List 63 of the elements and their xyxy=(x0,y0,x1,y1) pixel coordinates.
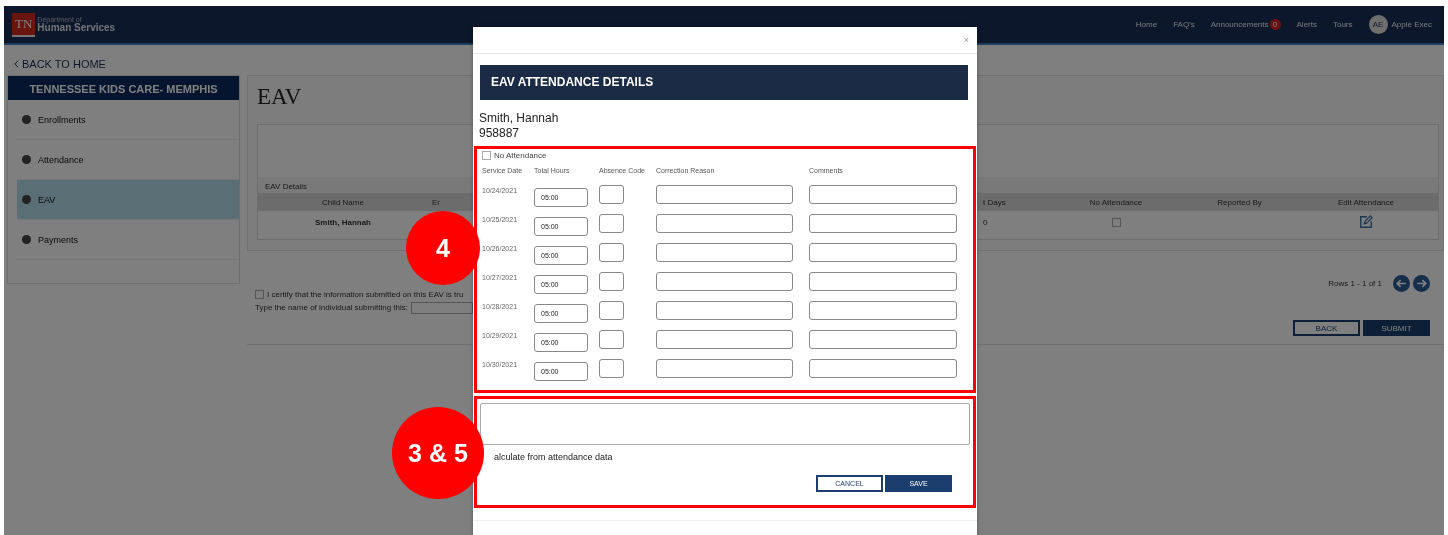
submit-button[interactable]: SUBMIT xyxy=(1363,320,1430,336)
sidebar-item[interactable]: Payments xyxy=(17,220,239,260)
page-title: EAV xyxy=(257,84,303,111)
text-area[interactable] xyxy=(480,403,970,445)
correction-reason-field[interactable] xyxy=(656,330,793,349)
count-badge: 0 xyxy=(1269,19,1281,30)
checkbox[interactable] xyxy=(482,151,491,160)
table-cell-text: Smith, Hannah xyxy=(314,217,372,227)
absence-code-field[interactable] xyxy=(599,214,624,233)
back-button[interactable]: BACK xyxy=(1293,320,1360,336)
pager-text: Rows 1 - 1 of 1 xyxy=(1328,279,1382,288)
table-cell-text: 0 xyxy=(982,217,989,227)
user-name[interactable]: Apple Exec xyxy=(1391,20,1432,29)
input-field[interactable] xyxy=(411,301,473,314)
correction-reason-field[interactable] xyxy=(656,243,793,262)
absence-code-field[interactable] xyxy=(599,301,624,320)
absence-code-field[interactable] xyxy=(599,330,624,349)
nav-link[interactable]: Announcements xyxy=(1210,20,1269,29)
previous-icon[interactable] xyxy=(1393,275,1410,292)
absence-code-field[interactable] xyxy=(599,243,624,262)
nav-link[interactable]: FAQ's xyxy=(1173,20,1195,29)
logo-title: Human Services xyxy=(37,23,116,33)
comments-field[interactable] xyxy=(809,301,957,320)
back-link[interactable]: BACK TO HOME xyxy=(22,58,106,70)
absence-code-field[interactable] xyxy=(599,272,624,291)
nav-link[interactable]: Alerts xyxy=(1296,20,1317,29)
checkbox[interactable] xyxy=(1111,217,1121,227)
correction-reason-field[interactable] xyxy=(656,359,793,378)
absence-code-field[interactable] xyxy=(599,359,624,378)
field-label: Type the name of individual submitting this: xyxy=(255,303,408,312)
correction-reason-field[interactable] xyxy=(656,214,793,233)
recalculate-label: alculate from attendance data xyxy=(494,452,614,462)
comments-field[interactable] xyxy=(809,330,957,349)
edit-icon[interactable] xyxy=(1359,215,1373,229)
column-header: Reported By xyxy=(1216,197,1263,207)
column-header: Edit Attendance xyxy=(1336,197,1395,207)
sidebar-item[interactable]: EAV xyxy=(17,180,239,220)
logo-mark: TN xyxy=(12,12,36,37)
child-name: Smith, Hannah xyxy=(479,111,560,126)
column-header: Er xyxy=(431,197,441,207)
user-avatar[interactable]: AE xyxy=(1368,15,1388,34)
comments-field[interactable] xyxy=(809,272,957,291)
checkbox-label: No Attendance xyxy=(494,151,547,160)
close-button[interactable]: × xyxy=(963,35,969,45)
absence-code-field[interactable] xyxy=(599,185,624,204)
child-id: 958887 xyxy=(479,126,521,141)
comments-field[interactable] xyxy=(809,243,957,262)
column-header: Child Name xyxy=(321,197,365,207)
modal-title: EAV ATTENDANCE DETAILS xyxy=(480,65,968,100)
correction-reason-field[interactable] xyxy=(656,272,793,291)
correction-reason-field[interactable] xyxy=(656,185,793,204)
comments-field[interactable] xyxy=(809,185,957,204)
sidebar-title: TENNESSEE KIDS CARE- MEMPHIS xyxy=(8,76,239,100)
sidebar-item[interactable]: Enrollments xyxy=(17,100,239,140)
column-header: No Attendance xyxy=(1088,197,1144,207)
nav-link[interactable]: Tours xyxy=(1332,20,1353,29)
next-icon[interactable] xyxy=(1413,275,1430,292)
correction-reason-field[interactable] xyxy=(656,301,793,320)
nav-link[interactable]: Home xyxy=(1135,20,1158,29)
comments-field[interactable] xyxy=(809,359,957,378)
checkbox[interactable] xyxy=(255,290,264,299)
chevron-icon[interactable] xyxy=(14,60,19,68)
comments-field[interactable] xyxy=(809,214,957,233)
